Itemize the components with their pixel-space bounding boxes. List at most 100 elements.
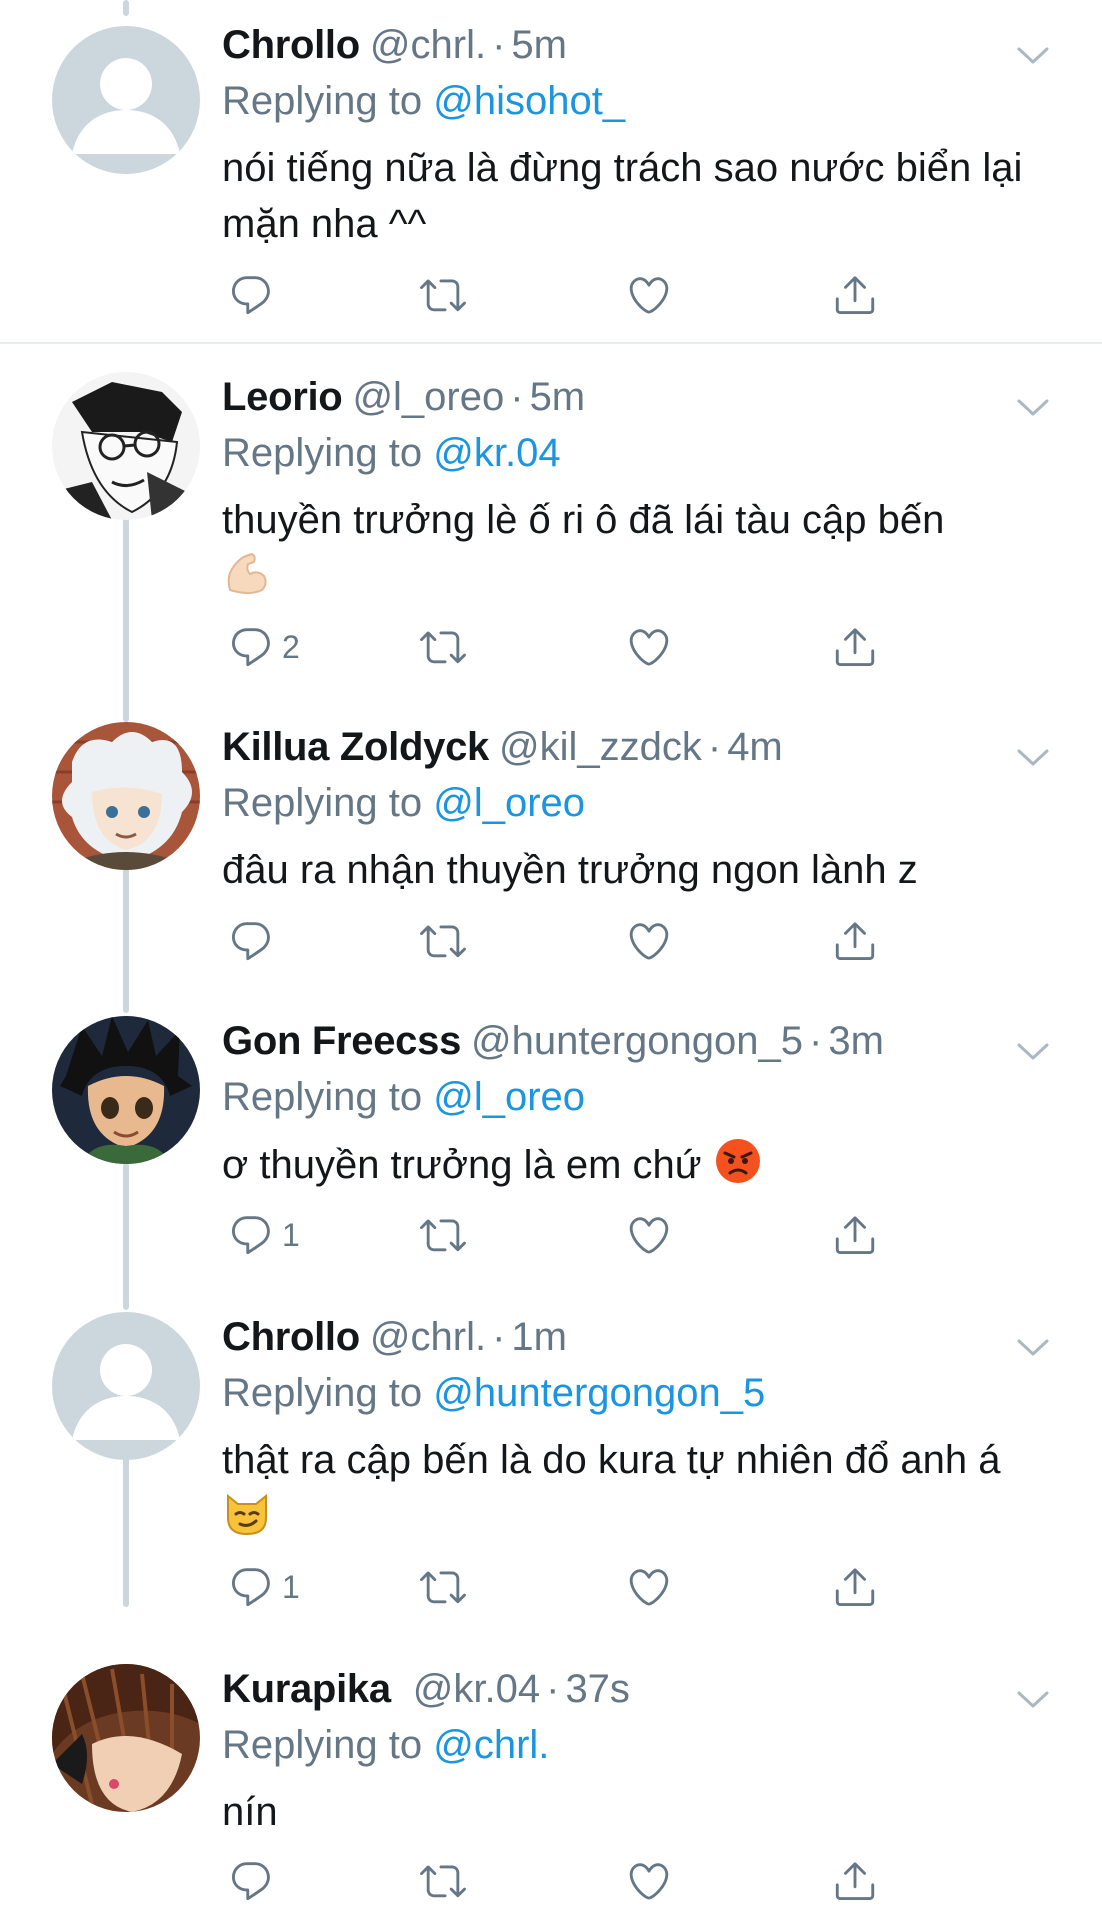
retweet-button[interactable] bbox=[420, 1856, 466, 1906]
tweet[interactable]: Leorio @l_oreo · 5m Replying to @kr.04 thuy… bbox=[0, 372, 1102, 692]
reply-button[interactable]: 2 bbox=[228, 622, 300, 672]
display-name[interactable]: Killua Zoldyck bbox=[222, 725, 489, 769]
separator-dot: · bbox=[809, 1019, 823, 1063]
like-button[interactable] bbox=[626, 1562, 672, 1612]
display-name[interactable]: Leorio bbox=[222, 375, 343, 419]
tweet-text-content: thuyền trưởng lè ố ri ô đã lái tàu cập b… bbox=[222, 498, 945, 542]
retweet-button[interactable] bbox=[420, 270, 466, 320]
tweet-actions: 1 bbox=[222, 1562, 902, 1612]
handle[interactable]: @chrl. bbox=[370, 23, 486, 67]
avatar[interactable] bbox=[52, 1312, 200, 1460]
chevron-down-icon[interactable] bbox=[1016, 46, 1050, 66]
reply-icon bbox=[228, 272, 274, 318]
like-icon bbox=[626, 624, 672, 670]
timestamp[interactable]: 5m bbox=[530, 375, 586, 419]
avatar[interactable] bbox=[52, 722, 200, 870]
reply-button[interactable] bbox=[228, 270, 282, 320]
share-button[interactable] bbox=[832, 1562, 878, 1612]
reply-icon bbox=[228, 1564, 274, 1610]
reply-icon bbox=[228, 1858, 274, 1904]
separator-dot: · bbox=[492, 23, 506, 67]
like-button[interactable] bbox=[626, 916, 672, 966]
handle[interactable]: @kr.04 bbox=[413, 1667, 540, 1711]
display-name[interactable]: Gon Freecss bbox=[222, 1019, 461, 1063]
tweet[interactable]: Killua Zoldyck @kil_zzdck · 4m Replying to … bbox=[0, 722, 1102, 982]
tweet-text-content: thật ra cập bến là do kura tự nhiên đổ a… bbox=[222, 1438, 1001, 1482]
retweet-button[interactable] bbox=[420, 622, 466, 672]
reply-button[interactable] bbox=[228, 916, 282, 966]
brown-hair-anime-avatar-icon bbox=[52, 1664, 200, 1812]
avatar[interactable] bbox=[52, 1664, 200, 1812]
reply-count: 2 bbox=[282, 628, 300, 665]
tweet-text: nín bbox=[222, 1790, 278, 1834]
handle[interactable]: @chrl. bbox=[370, 1315, 486, 1359]
reply-mention[interactable]: @huntergongon_5 bbox=[433, 1371, 765, 1415]
replying-label: Replying to bbox=[222, 1075, 423, 1119]
like-button[interactable] bbox=[626, 270, 672, 320]
reply-button[interactable]: 1 bbox=[228, 1562, 300, 1612]
chevron-down-icon[interactable] bbox=[1016, 1338, 1050, 1358]
like-icon bbox=[626, 272, 672, 318]
share-button[interactable] bbox=[832, 270, 878, 320]
replying-label: Replying to bbox=[222, 79, 423, 123]
chevron-down-icon[interactable] bbox=[1016, 398, 1050, 418]
reply-icon bbox=[228, 918, 274, 964]
separator-dot: · bbox=[707, 725, 722, 769]
tweet-text: đâu ra nhận thuyền trưởng ngon lành z bbox=[222, 848, 918, 892]
timestamp[interactable]: 3m bbox=[828, 1019, 884, 1063]
reply-mention[interactable]: @l_oreo bbox=[433, 781, 585, 825]
chevron-down-icon[interactable] bbox=[1016, 1042, 1050, 1062]
replying-to: Replying to @l_oreo bbox=[222, 1072, 585, 1122]
display-name[interactable]: Chrollo bbox=[222, 1315, 360, 1359]
tweet-text: thuyền trưởng lè ố ri ô đã lái tàu cập b… bbox=[222, 492, 1042, 605]
reply-count: 1 bbox=[282, 1568, 300, 1605]
display-name[interactable]: Kurapika bbox=[222, 1667, 391, 1711]
chevron-down-icon[interactable] bbox=[1016, 748, 1050, 768]
share-icon bbox=[832, 1858, 878, 1904]
reply-mention[interactable]: @hisohot_ bbox=[433, 79, 625, 123]
tweet-header: Kurapika @kr.04 · 37s bbox=[222, 1664, 630, 1714]
tweet[interactable]: Chrollo @chrl. · 5m Replying to @hisohot_ n… bbox=[0, 20, 1102, 340]
timestamp[interactable]: 1m bbox=[511, 1315, 567, 1359]
reply-mention[interactable]: @kr.04 bbox=[433, 431, 560, 475]
like-button[interactable] bbox=[626, 1210, 672, 1260]
reply-button[interactable] bbox=[228, 1856, 282, 1906]
share-icon bbox=[832, 918, 878, 964]
manga-glasses-avatar-icon bbox=[52, 372, 200, 520]
tweet-header: Gon Freecss @huntergongon_5 · 3m bbox=[222, 1016, 884, 1066]
share-button[interactable] bbox=[832, 1856, 878, 1906]
share-button[interactable] bbox=[832, 622, 878, 672]
handle[interactable]: @l_oreo bbox=[352, 375, 504, 419]
avatar[interactable] bbox=[52, 1016, 200, 1164]
share-icon bbox=[832, 624, 878, 670]
like-button[interactable] bbox=[626, 1856, 672, 1906]
handle[interactable]: @kil_zzdck bbox=[499, 725, 702, 769]
display-name[interactable]: Chrollo bbox=[222, 23, 360, 67]
like-button[interactable] bbox=[626, 622, 672, 672]
handle[interactable]: @huntergongon_5 bbox=[471, 1019, 803, 1063]
retweet-icon bbox=[420, 1564, 466, 1610]
replying-to: Replying to @huntergongon_5 bbox=[222, 1368, 765, 1418]
tweet[interactable]: Kurapika @kr.04 · 37s Replying to @chrl. ní… bbox=[0, 1664, 1102, 1920]
timestamp[interactable]: 5m bbox=[511, 23, 567, 67]
thread-line-top bbox=[123, 0, 129, 16]
reply-button[interactable]: 1 bbox=[228, 1210, 300, 1260]
retweet-button[interactable] bbox=[420, 916, 466, 966]
share-button[interactable] bbox=[832, 1210, 878, 1260]
replying-to: Replying to @hisohot_ bbox=[222, 76, 625, 126]
tweet-header: Leorio @l_oreo · 5m bbox=[222, 372, 585, 422]
chevron-down-icon[interactable] bbox=[1016, 1690, 1050, 1710]
timestamp[interactable]: 37s bbox=[565, 1667, 630, 1711]
avatar[interactable] bbox=[52, 372, 200, 520]
timestamp[interactable]: 4m bbox=[727, 725, 783, 769]
tweet[interactable]: Gon Freecss @huntergongon_5 · 3m Replying t… bbox=[0, 1016, 1102, 1286]
reply-mention[interactable]: @chrl. bbox=[433, 1723, 549, 1767]
share-button[interactable] bbox=[832, 916, 878, 966]
tweet-text: nói tiếng nữa là đừng trách sao nước biể… bbox=[222, 146, 1023, 246]
tweet[interactable]: Chrollo @chrl. · 1m Replying to @huntergong… bbox=[0, 1312, 1102, 1642]
smirking-cat-emoji bbox=[227, 1493, 267, 1536]
reply-mention[interactable]: @l_oreo bbox=[433, 1075, 585, 1119]
retweet-button[interactable] bbox=[420, 1562, 466, 1612]
avatar[interactable] bbox=[52, 26, 200, 174]
retweet-button[interactable] bbox=[420, 1210, 466, 1260]
